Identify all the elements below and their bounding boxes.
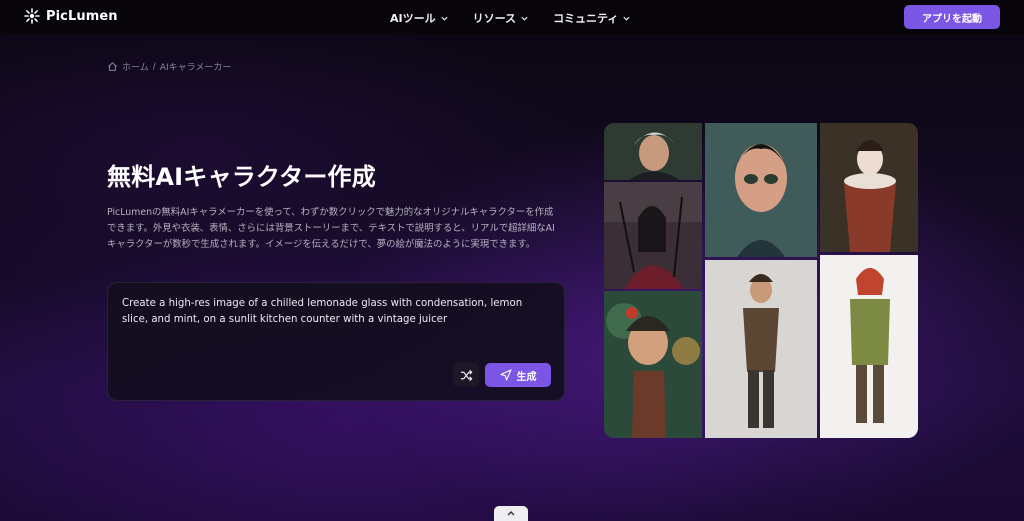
piclumen-logo-icon — [24, 8, 40, 24]
character-image — [604, 291, 702, 438]
gallery-image-clown-lady[interactable] — [820, 123, 918, 252]
generate-button[interactable]: 生成 — [485, 363, 551, 387]
nav-label: コミュニティ — [553, 12, 619, 25]
shuffle-prompt-button[interactable] — [453, 363, 479, 387]
prompt-box[interactable]: Create a high-res image of a chilled lem… — [107, 282, 565, 401]
gallery-image-red-hair-ranger[interactable] — [820, 255, 918, 438]
nav-resources[interactable]: リソース — [473, 10, 529, 26]
nav-community[interactable]: コミュニティ — [553, 10, 631, 26]
character-image — [604, 182, 702, 289]
gallery-image-steampunk-boy[interactable] — [705, 260, 817, 438]
gallery-image-big-eyed-girl[interactable] — [705, 123, 817, 257]
character-image — [820, 255, 918, 438]
character-image — [820, 123, 918, 252]
character-image — [705, 123, 817, 257]
main-nav: AIツール リソース コミュニティ — [390, 10, 631, 26]
breadcrumb-separator: / — [152, 61, 156, 72]
chevron-down-icon — [521, 16, 528, 21]
character-image — [705, 260, 817, 438]
gallery-image-forest-kid[interactable] — [604, 291, 702, 438]
gallery-image-dark-warrior[interactable] — [604, 182, 702, 289]
launch-app-button[interactable]: アプリを起動 — [904, 5, 1000, 29]
breadcrumb-current: AIキャラメーカー — [159, 63, 232, 73]
page-description: PicLumenの無料AIキャラメーカーを使って、わずか数クリックで魅力的なオリ… — [107, 207, 555, 250]
home-icon[interactable] — [107, 61, 118, 72]
breadcrumb: ホーム / AIキャラメーカー — [107, 60, 231, 73]
chevron-up-icon — [507, 511, 515, 516]
nav-label: AIツール — [390, 12, 436, 25]
top-navbar: PicLumen AIツール リソース コミュニティ アプリを起動 — [0, 0, 1024, 34]
nav-label: リソース — [472, 12, 517, 25]
send-icon — [499, 369, 512, 381]
scroll-up-button[interactable] — [494, 506, 528, 521]
brand-logo[interactable]: PicLumen — [24, 8, 118, 24]
character-image — [604, 123, 702, 180]
breadcrumb-home[interactable]: ホーム — [122, 60, 149, 73]
shuffle-icon — [460, 369, 472, 381]
nav-ai-tools[interactable]: AIツール — [390, 10, 449, 26]
page-title: 無料AIキャラクター作成 — [107, 163, 376, 191]
brand-name: PicLumen — [46, 8, 118, 24]
gallery-image-boy-silver-hair[interactable] — [604, 123, 702, 180]
generate-label: 生成 — [516, 371, 537, 383]
character-gallery — [604, 123, 918, 438]
chevron-down-icon — [623, 16, 631, 21]
prompt-input[interactable]: Create a high-res image of a chilled lem… — [122, 296, 550, 328]
chevron-down-icon — [440, 16, 448, 21]
